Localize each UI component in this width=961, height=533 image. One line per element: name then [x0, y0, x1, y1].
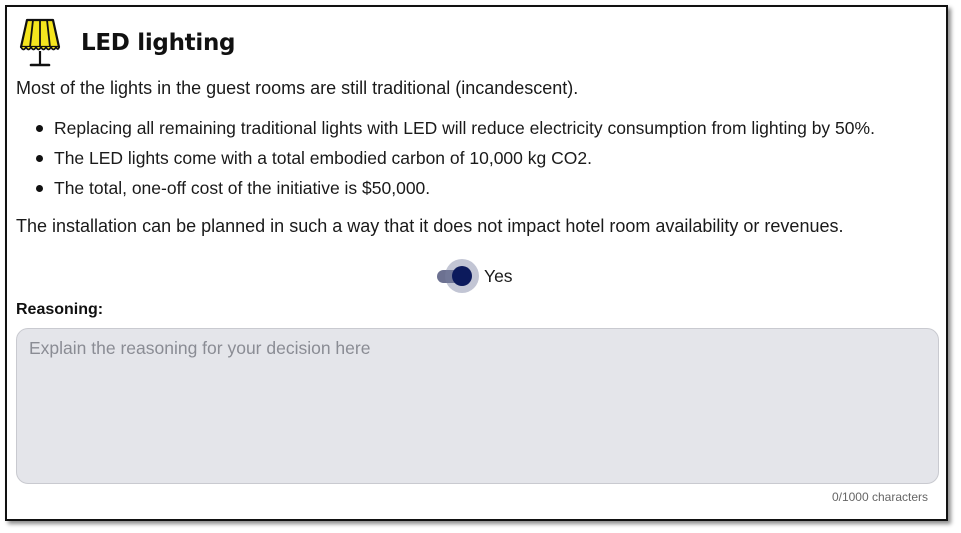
list-item: Replacing all remaining traditional ligh… [16, 117, 875, 147]
reasoning-textarea[interactable] [16, 328, 939, 484]
intro-text: Most of the lights in the guest rooms ar… [16, 78, 579, 98]
card-title: LED lighting [81, 30, 236, 56]
lamp-icon [19, 18, 61, 67]
decision-toggle[interactable] [435, 259, 479, 293]
reasoning-label: Reasoning: [16, 301, 104, 318]
toggle-knob[interactable] [452, 266, 472, 286]
card-header: LED lighting [19, 15, 236, 71]
bullet-list: Replacing all remaining traditional ligh… [16, 117, 875, 207]
decision-card: LED lighting Most of the lights in the g… [5, 5, 948, 521]
outro-text: The installation can be planned in such … [16, 216, 844, 236]
list-item: The total, one-off cost of the initiativ… [16, 177, 875, 207]
list-item: The LED lights come with a total embodie… [16, 147, 875, 177]
decision-toggle-row: Yes [435, 259, 513, 293]
character-counter: 0/1000 characters [831, 490, 928, 504]
toggle-label: Yes [484, 265, 513, 286]
